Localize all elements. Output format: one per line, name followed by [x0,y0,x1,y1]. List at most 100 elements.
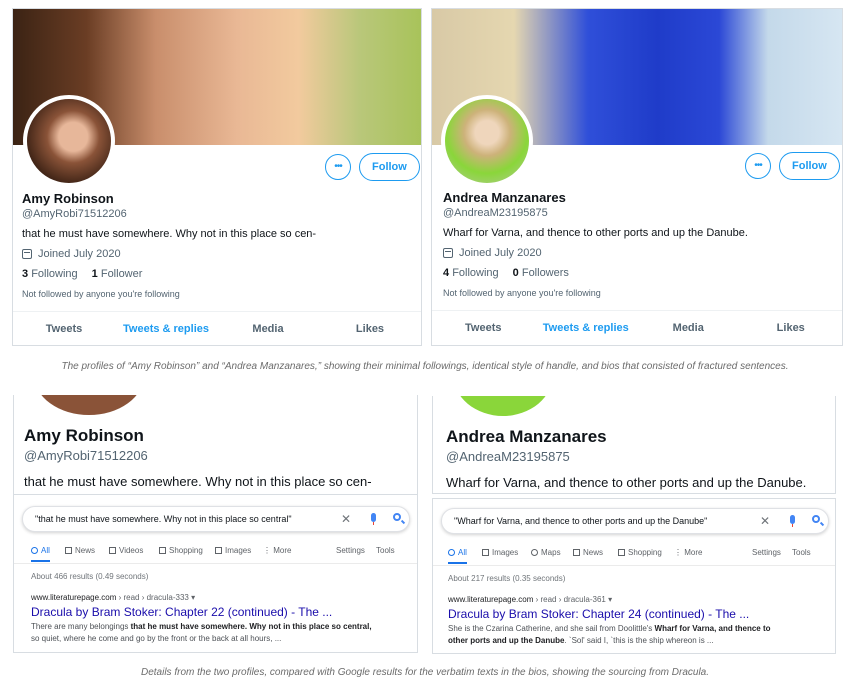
followers-link[interactable]: 1 Follower [92,268,143,280]
follow-button[interactable]: Follow [359,153,420,181]
tab-shopping[interactable]: Shopping [618,548,662,557]
follow-button[interactable]: Follow [779,152,840,180]
followers-link[interactable]: 0 Followers [513,267,569,279]
tab-images[interactable]: Images [482,548,518,557]
tab-all[interactable]: All [448,548,467,564]
profile-name: Amy Robinson [24,426,144,445]
profile-name: Andrea Manzanares [446,427,607,446]
more-vert-icon: ⋮ [674,548,685,557]
zoomed-profile-amy: Amy Robinson @AmyRobi71512206 that he mu… [13,395,418,495]
result-url[interactable]: www.literaturepage.com › read › dracula-… [448,595,612,604]
tab-images[interactable]: Images [215,546,251,555]
search-input[interactable]: "that he must have somewhere. Why not in… [22,506,410,532]
tab-tweets[interactable]: Tweets [432,311,535,345]
avatar [34,395,144,415]
divider [14,563,417,564]
more-options-button[interactable]: ••• [745,153,771,179]
result-title-link[interactable]: Dracula by Bram Stoker: Chapter 24 (cont… [448,607,749,621]
profile-handle: @AndreaM23195875 [446,449,570,464]
result-stats: About 466 results (0.49 seconds) [31,572,149,581]
clear-icon[interactable]: ✕ [341,507,351,531]
follow-counts: 3 Following 1 Follower [22,268,142,280]
tab-media[interactable]: Media [637,311,740,345]
mic-icon[interactable] [790,515,795,527]
google-results-amy: "that he must have somewhere. Why not in… [13,495,418,653]
search-query: "Wharf for Varna, and thence to other po… [454,516,708,526]
profile-handle: @AmyRobi71512206 [22,208,127,220]
not-followed-note: Not followed by anyone you're following [443,288,601,298]
result-url[interactable]: www.literaturepage.com › read › dracula-… [31,593,195,602]
search-icon[interactable] [393,513,401,521]
video-icon [109,547,116,554]
news-icon [65,547,72,554]
tag-icon [618,549,625,556]
tag-icon [159,547,166,554]
caption-bottom: Details from the two profiles, compared … [140,667,710,678]
clear-icon[interactable]: ✕ [760,509,770,533]
following-link[interactable]: 3 Following [22,268,78,280]
profile-tabs: Tweets Tweets & replies Media Likes [13,311,421,345]
joined-date: Joined July 2020 [22,248,121,260]
result-snippet: She is the Czarina Catherine, and she sa… [448,624,771,645]
tab-tweets[interactable]: Tweets [13,312,115,345]
tab-news[interactable]: News [65,546,95,555]
search-tabs: All News Videos Shopping Images ⋮ More S… [31,546,411,562]
avatar[interactable] [441,95,533,187]
calendar-icon [443,248,453,258]
tab-shopping[interactable]: Shopping [159,546,203,555]
divider [433,565,835,566]
profile-bio: that he must have somewhere. Why not in … [22,228,317,240]
following-link[interactable]: 4 Following [443,267,499,279]
settings-link[interactable]: Settings [336,546,365,555]
tab-videos[interactable]: Videos [109,546,143,555]
profile-name: Amy Robinson [22,191,114,206]
tab-news[interactable]: News [573,548,603,557]
tools-link[interactable]: Tools [376,546,395,555]
news-icon [573,549,580,556]
tab-all[interactable]: All [31,546,50,562]
joined-text: Joined July 2020 [38,248,121,260]
tab-maps[interactable]: Maps [531,548,561,557]
tab-likes[interactable]: Likes [319,312,421,345]
mic-icon[interactable] [371,513,376,525]
profile-tabs: Tweets Tweets & replies Media Likes [432,310,843,345]
tab-more[interactable]: ⋮ More [674,548,702,557]
profile-handle: @AmyRobi71512206 [24,448,148,463]
search-tabs: All Images Maps News Shopping ⋮ More Set… [448,548,828,564]
calendar-icon [22,249,32,259]
tab-tweets-replies[interactable]: Tweets & replies [535,311,638,345]
tab-more[interactable]: ⋮ More [263,546,291,555]
map-pin-icon [531,549,538,556]
avatar[interactable] [23,95,115,187]
profile-name: Andrea Manzanares [443,190,566,205]
search-query: "that he must have somewhere. Why not in… [35,514,292,524]
result-stats: About 217 results (0.35 seconds) [448,574,566,583]
profile-bio: that he must have somewhere. Why not in … [24,474,372,489]
tab-media[interactable]: Media [217,312,319,345]
profile-bio: Wharf for Varna, and thence to other por… [446,475,807,490]
follow-counts: 4 Following 0 Followers [443,267,569,279]
profile-card-amy: ••• Follow Amy Robinson @AmyRobi71512206… [12,8,422,346]
image-icon [215,547,222,554]
tab-tweets-replies[interactable]: Tweets & replies [115,312,217,345]
search-icon[interactable] [812,515,820,523]
search-input[interactable]: "Wharf for Varna, and thence to other po… [441,508,829,534]
google-results-andrea: "Wharf for Varna, and thence to other po… [432,498,836,654]
avatar [453,396,553,416]
profile-handle: @AndreaM23195875 [443,207,548,219]
result-title-link[interactable]: Dracula by Bram Stoker: Chapter 22 (cont… [31,605,332,619]
result-snippet: There are many belongings that he must h… [31,622,372,643]
tools-link[interactable]: Tools [792,548,811,557]
joined-text: Joined July 2020 [459,247,542,259]
search-icon [31,547,38,554]
tab-likes[interactable]: Likes [740,311,843,345]
more-vert-icon: ⋮ [263,546,274,555]
joined-date: Joined July 2020 [443,247,542,259]
caption-top: The profiles of “Amy Robinson” and “Andr… [61,361,789,372]
profile-bio: Wharf for Varna, and thence to other por… [443,227,748,239]
zoomed-profile-andrea: Andrea Manzanares @AndreaM23195875 Wharf… [432,396,836,494]
search-icon [448,549,455,556]
not-followed-note: Not followed by anyone you're following [22,289,180,299]
more-options-button[interactable]: ••• [325,154,351,180]
settings-link[interactable]: Settings [752,548,781,557]
